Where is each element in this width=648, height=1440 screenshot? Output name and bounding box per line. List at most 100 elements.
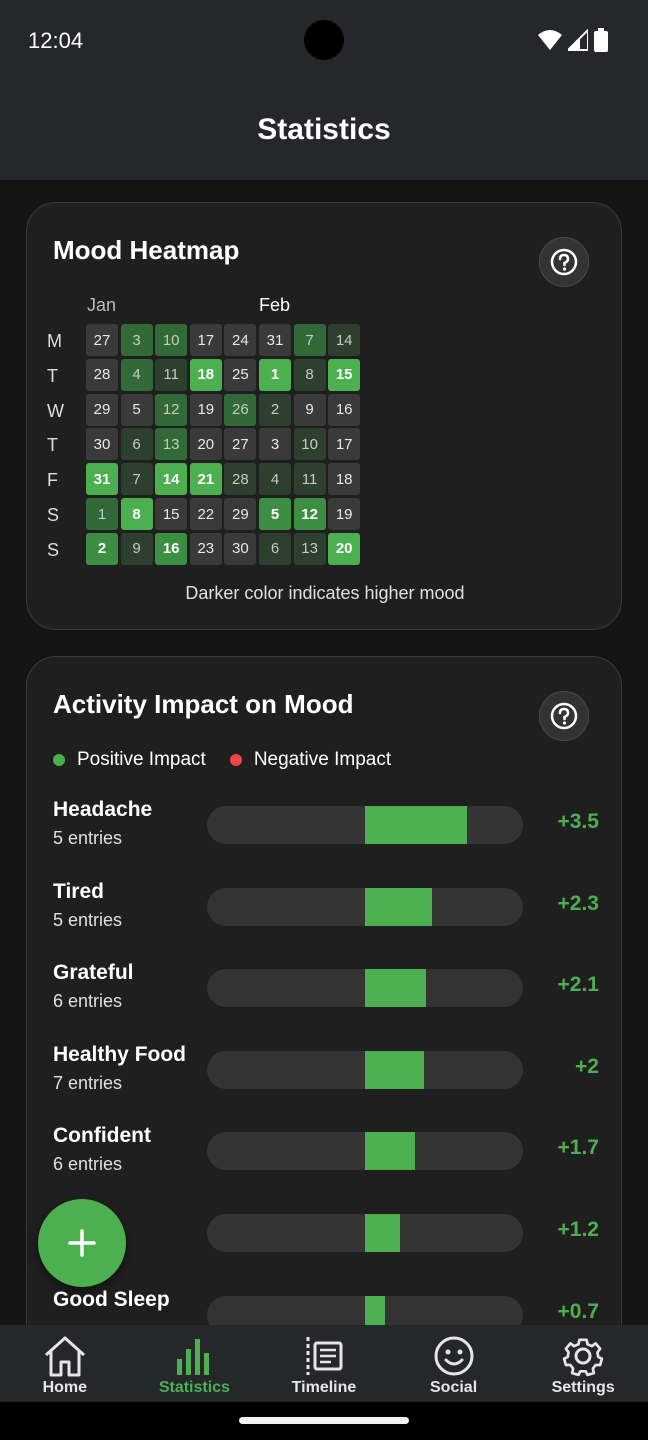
heatmap-cell[interactable]: 26	[224, 393, 257, 426]
status-icons	[538, 28, 608, 52]
heatmap-cell[interactable]: 23	[189, 532, 222, 565]
activity-row[interactable]: Confident 6 entries +1.7	[27, 1124, 623, 1184]
heatmap-cell[interactable]: 30	[224, 532, 257, 565]
impact-bar-track	[207, 887, 523, 926]
heatmap-cell[interactable]: 8	[120, 498, 153, 530]
heatmap-cell[interactable]: 27	[224, 428, 257, 461]
activity-row[interactable]: Grateful 6 entries +2.1	[27, 961, 623, 1021]
heatmap-cell[interactable]: 29	[86, 393, 118, 426]
heatmap-cell[interactable]: 17	[189, 324, 222, 356]
activity-title: Activity Impact on Mood	[53, 689, 354, 719]
day-letter: M	[47, 331, 62, 351]
heatmap-cell[interactable]: 12	[155, 393, 188, 426]
activity-row[interactable]: Tired 5 entries +2.3	[27, 880, 623, 940]
heatmap-cell[interactable]: 13	[155, 428, 188, 461]
heatmap-cell[interactable]: 14	[328, 324, 361, 356]
heatmap-cell[interactable]: 22	[189, 498, 222, 530]
heatmap-cell[interactable]: 28	[86, 358, 118, 391]
day-letter: T	[47, 435, 58, 456]
heatmap-cell[interactable]: 2	[86, 532, 118, 565]
help-icon	[550, 248, 578, 276]
heatmap-cell[interactable]: 15	[328, 358, 361, 391]
heatmap-cell[interactable]: 11	[293, 463, 326, 496]
heatmap-cell[interactable]: 1	[259, 358, 291, 391]
activity-row[interactable]: Healthy Food 7 entries +2	[27, 1043, 623, 1103]
nav-item-social[interactable]: Social	[389, 1325, 519, 1402]
home-gesture-pill[interactable]	[239, 1417, 409, 1424]
heatmap-cell[interactable]: 7	[120, 463, 153, 496]
activity-row[interactable]: Good Sleep +0.7	[27, 1288, 623, 1325]
heatmap-cell[interactable]: 18	[189, 358, 222, 391]
add-entry-button[interactable]	[38, 1199, 126, 1287]
nav-label-timeline: Timeline	[291, 1379, 357, 1396]
heatmap-cell[interactable]: 20	[189, 428, 222, 461]
heatmap-cell[interactable]: 16	[328, 393, 361, 426]
heatmap-cell[interactable]: 11	[155, 358, 188, 391]
gesture-area	[0, 1402, 648, 1440]
heatmap-cell[interactable]: 21	[189, 463, 222, 496]
heatmap-cell[interactable]: 13	[293, 532, 326, 565]
heatmap-cell[interactable]: 20	[328, 532, 361, 565]
wifi-icon	[538, 30, 562, 50]
nav-item-statistics[interactable]: Statistics	[130, 1325, 260, 1402]
heatmap-cell[interactable]: 18	[328, 463, 361, 496]
heatmap-cell[interactable]: 19	[328, 498, 361, 530]
heatmap-cell[interactable]: 1	[86, 498, 118, 530]
heatmap-cell[interactable]: 16	[155, 532, 188, 565]
day-letter: S	[47, 505, 60, 525]
heatmap-cell[interactable]: 5	[120, 393, 153, 426]
heatmap-cell[interactable]: 9	[120, 532, 153, 565]
heatmap-cell[interactable]: 24	[224, 324, 257, 356]
heatmap-cell[interactable]: 19	[189, 393, 222, 426]
heatmap-cell[interactable]: 14	[155, 463, 188, 496]
heatmap-cell[interactable]: 30	[86, 428, 118, 461]
heatmap-cell[interactable]: 15	[155, 498, 188, 530]
heatmap-cell[interactable]: 25	[224, 358, 257, 391]
help-icon	[550, 702, 578, 730]
heatmap-cell[interactable]: 28	[224, 463, 257, 496]
heatmap-cell[interactable]: 29	[224, 498, 257, 530]
heatmap-cell[interactable]: 9	[293, 393, 326, 426]
day-letter: F	[47, 470, 58, 491]
impact-value: +1.2	[557, 1218, 599, 1241]
legend-negative-label: Negative Impact	[253, 749, 392, 770]
month-label-feb: Feb	[259, 295, 291, 315]
heatmap-cell[interactable]: 8	[293, 358, 326, 391]
activity-entry-count: 6 entries	[53, 991, 123, 1012]
heatmap-cell[interactable]: 31	[259, 324, 291, 356]
heatmap-cell[interactable]: 10	[293, 428, 326, 461]
heatmap-cell[interactable]: 3	[120, 324, 153, 356]
nav-label-statistics: Statistics	[158, 1379, 230, 1396]
activity-help-button[interactable]	[539, 691, 589, 741]
bar-chart-icon	[177, 1339, 210, 1375]
heatmap-cell[interactable]: 10	[155, 324, 188, 356]
impact-value: +3.5	[557, 810, 599, 833]
impact-bar-track	[207, 806, 523, 844]
heatmap-cell[interactable]: 6	[259, 532, 291, 565]
nav-item-timeline[interactable]: Timeline	[259, 1325, 389, 1402]
gear-icon	[562, 1338, 604, 1377]
nav-item-home[interactable]: Home	[0, 1325, 130, 1402]
plus-icon	[68, 1229, 96, 1257]
heatmap-cell[interactable]: 2	[259, 393, 291, 426]
nav-item-settings[interactable]: Settings	[518, 1325, 648, 1402]
activity-name: Grateful	[53, 961, 134, 985]
activity-row[interactable]: Headache 5 entries +3.5	[27, 798, 623, 858]
heatmap-cell[interactable]: 3	[259, 428, 291, 461]
legend-positive-label: Positive Impact	[77, 749, 206, 770]
heatmap-cell[interactable]: 27	[86, 324, 118, 356]
impact-bar-fill	[365, 806, 467, 844]
activity-name: Headache	[53, 798, 153, 821]
heatmap-cell[interactable]: 12	[293, 498, 326, 530]
app-bar: Statistics	[0, 80, 648, 180]
heatmap-help-button[interactable]	[539, 237, 589, 287]
heatmap-cell[interactable]: 6	[120, 428, 153, 461]
heatmap-cell[interactable]: 5	[259, 498, 291, 530]
statistics-content[interactable]: Mood Heatmap Jan Feb MTWTFSS 27 28 29 30 31 1…	[0, 180, 648, 1325]
activity-name: Tired	[53, 879, 104, 903]
heatmap-cell[interactable]: 4	[259, 463, 291, 496]
heatmap-cell[interactable]: 4	[120, 358, 153, 391]
heatmap-cell[interactable]: 17	[328, 428, 361, 461]
heatmap-cell[interactable]: 31	[86, 463, 118, 496]
heatmap-cell[interactable]: 7	[293, 324, 326, 356]
